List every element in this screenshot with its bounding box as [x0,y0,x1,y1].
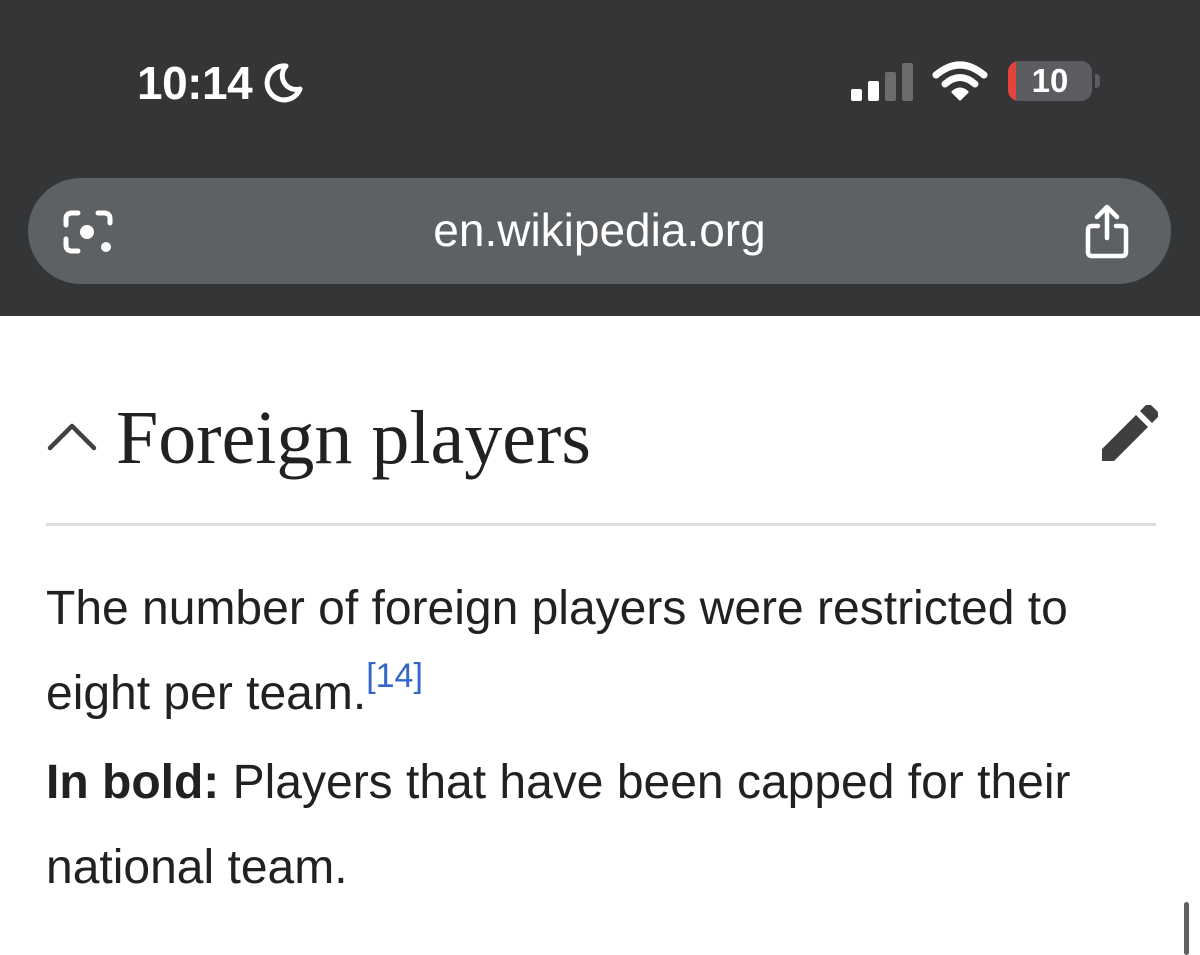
status-time: 10:14 [137,55,304,111]
browser-chrome: 10:14 10 en.wikipedia.org [0,0,1200,316]
battery-icon: 10 [1008,61,1100,101]
moon-icon [264,63,303,103]
bold-label: In bold: [46,756,220,809]
status-time-label: 10:14 [137,57,253,109]
chevron-up-icon[interactable] [46,418,98,454]
section-title: Foreign players [116,396,591,480]
section-divider [46,523,1156,526]
signal-icon [851,63,913,101]
section-header[interactable]: Foreign players [46,380,1158,500]
wifi-icon [932,61,988,101]
url-text[interactable]: en.wikipedia.org [28,178,1171,284]
paragraph-text: The number of foreign players were restr… [46,582,1068,720]
reference-link[interactable]: [14] [366,657,423,695]
battery-level: 10 [1031,62,1069,99]
share-icon[interactable] [1084,204,1130,260]
address-bar[interactable]: en.wikipedia.org [28,178,1171,284]
paragraph-bold-note: In bold: Players that have been capped f… [46,740,1156,910]
pencil-icon[interactable] [1096,405,1158,467]
paragraph-foreign-limit: The number of foreign players were restr… [46,566,1156,736]
battery-cap [1095,74,1100,88]
scroll-indicator[interactable] [1184,902,1189,955]
